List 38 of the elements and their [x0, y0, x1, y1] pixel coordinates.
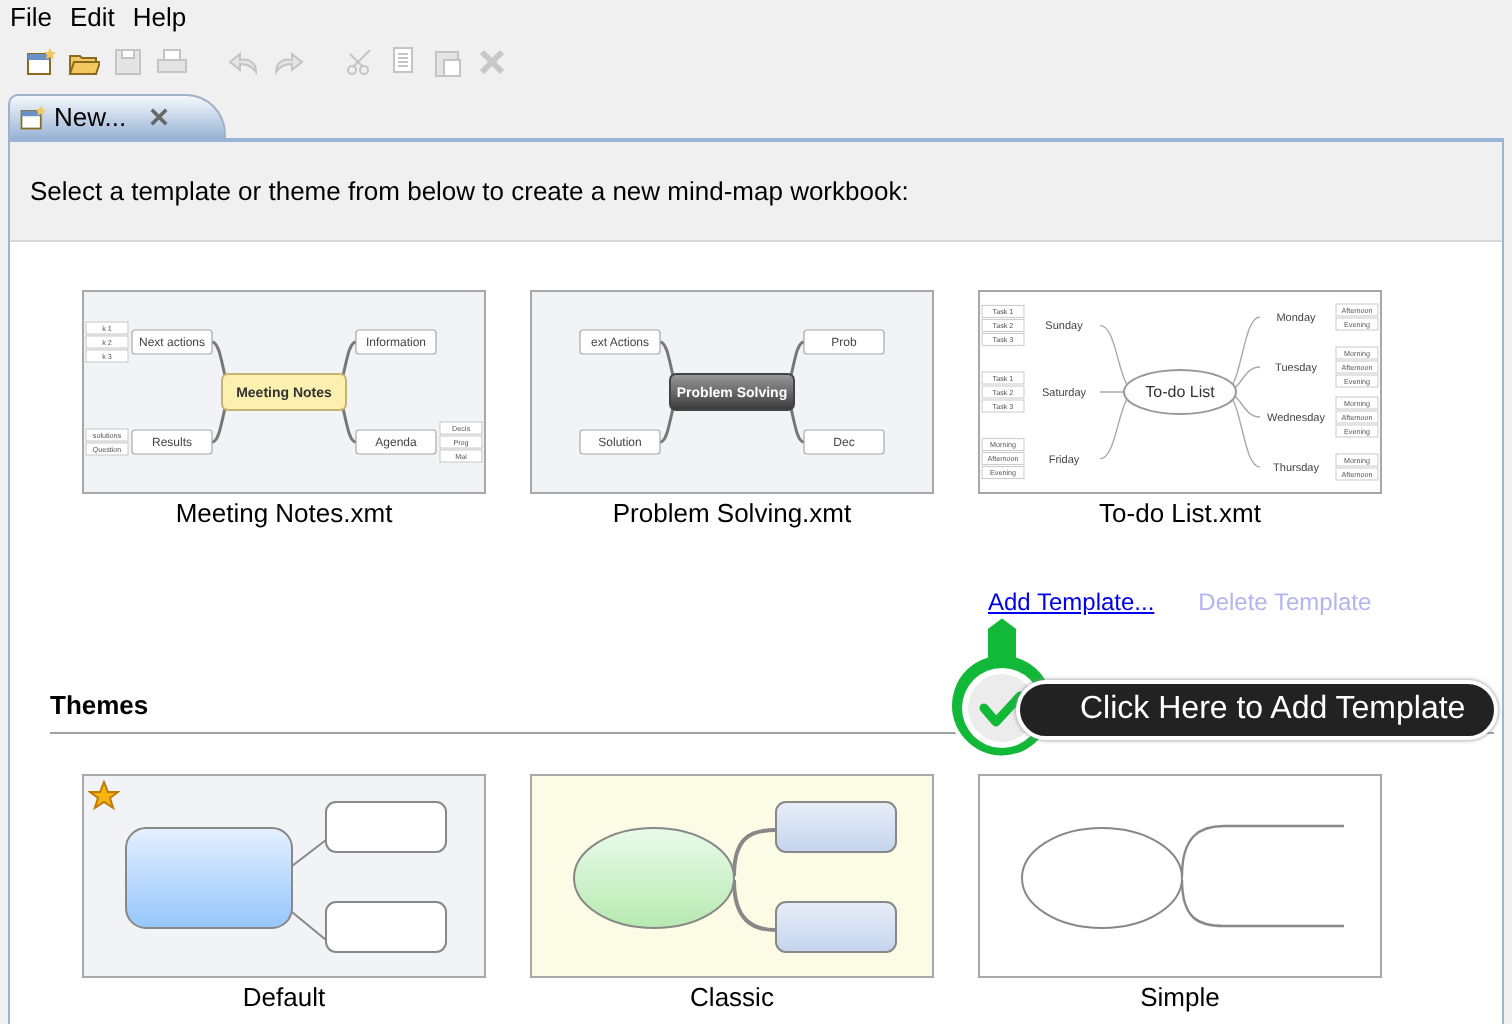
template-name: Meeting Notes.xmt — [175, 498, 393, 528]
editor-tab[interactable]: New... — [8, 94, 227, 138]
menu-item[interactable]: Help — [126, 2, 199, 32]
topic-box — [775, 901, 897, 953]
theme-preview[interactable] — [530, 774, 934, 978]
central-topic-box — [221, 373, 347, 411]
callout-tooltip: Click Here to Add Template — [1016, 680, 1498, 740]
theme-name: Simple — [1140, 982, 1220, 1012]
topic-box — [131, 329, 213, 355]
instruction-text: Select a template or theme from below to create a new mind-map workbook: — [30, 176, 909, 206]
topic-box — [131, 429, 213, 455]
menu-item[interactable]: Edit — [63, 2, 127, 32]
central-topic-ellipse — [1123, 369, 1237, 415]
topic-box — [325, 801, 447, 853]
topic-box — [355, 429, 437, 455]
theme-name: Classic — [690, 982, 774, 1012]
topic-box — [803, 329, 885, 355]
theme-preview[interactable] — [978, 774, 1382, 978]
template-preview[interactable] — [978, 290, 1382, 494]
topic-box — [355, 329, 437, 355]
topic-box — [775, 801, 897, 853]
connector-line — [732, 828, 778, 932]
topic-box — [579, 329, 661, 355]
close-icon[interactable] — [150, 108, 169, 126]
theme-name: Default — [242, 982, 326, 1012]
topic-box — [803, 429, 885, 455]
theme-preview[interactable] — [82, 774, 486, 978]
connector-line — [291, 839, 327, 941]
topic-box — [325, 901, 447, 953]
central-topic-box — [669, 373, 795, 411]
template-action-link[interactable]: Add Template... — [988, 588, 1155, 616]
new-document-icon — [18, 103, 46, 131]
central-topic-label: To-do List — [1145, 383, 1215, 401]
new-icon[interactable] — [24, 46, 56, 78]
template-name: To-do List.xmt — [1099, 498, 1261, 528]
template-name: Problem Solving.xmt — [612, 498, 852, 528]
topic-box — [579, 429, 661, 455]
menu-item[interactable]: File — [4, 2, 64, 32]
